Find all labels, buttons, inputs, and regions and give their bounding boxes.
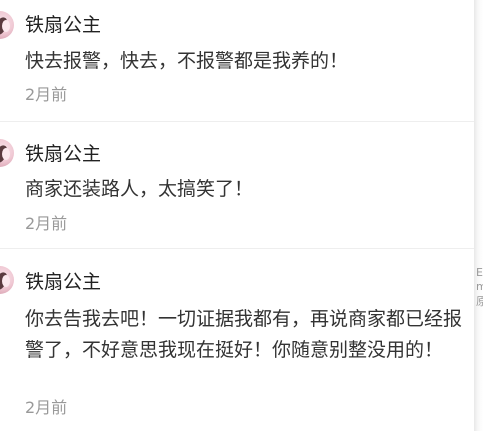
- comment-text: 你去告我去吧！一切证据我都有，再说商家都已经报警了，不好意思我现在挺好！你随意别…: [25, 308, 463, 361]
- comment-author[interactable]: 铁扇公主: [25, 16, 101, 35]
- comment-page: 铁扇公主 快去报警，快去，不报警都是我养的！ 2月前 铁扇公主 商家还装路人，太…: [0, 0, 483, 431]
- comment-text: 快去报警，快去，不报警都是我养的！: [25, 50, 349, 72]
- comment-list: 铁扇公主 快去报警，快去，不报警都是我养的！ 2月前 铁扇公主 商家还装路人，太…: [0, 0, 474, 431]
- comment-time: 2月前: [25, 85, 68, 104]
- edge-text-fragment: 原: [476, 295, 483, 308]
- comment-item: 铁扇公主 快去报警，快去，不报警都是我养的！ 2月前: [0, 0, 474, 121]
- avatar-face: [2, 20, 10, 32]
- comment-time: 2月前: [25, 398, 68, 417]
- edge-text-fragment: E: [476, 266, 483, 279]
- avatar-face: [2, 148, 10, 160]
- avatar-face: [2, 275, 10, 287]
- comment-author[interactable]: 铁扇公主: [25, 273, 101, 292]
- edge-text-fragment: m: [476, 280, 483, 293]
- panel-edge-shadow: [474, 0, 483, 431]
- avatar[interactable]: [0, 266, 14, 294]
- comment-author[interactable]: 铁扇公主: [25, 145, 101, 164]
- comment-text: 商家还装路人，太搞笑了！: [25, 178, 254, 200]
- avatar[interactable]: [0, 11, 14, 39]
- comment-item: 铁扇公主 商家还装路人，太搞笑了！ 2月前: [0, 122, 474, 248]
- avatar[interactable]: [0, 139, 14, 167]
- comment-item: 铁扇公主 你去告我去吧！一切证据我都有，再说商家都已经报警了，不好意思我现在挺好…: [0, 249, 474, 431]
- comment-time: 2月前: [25, 214, 68, 233]
